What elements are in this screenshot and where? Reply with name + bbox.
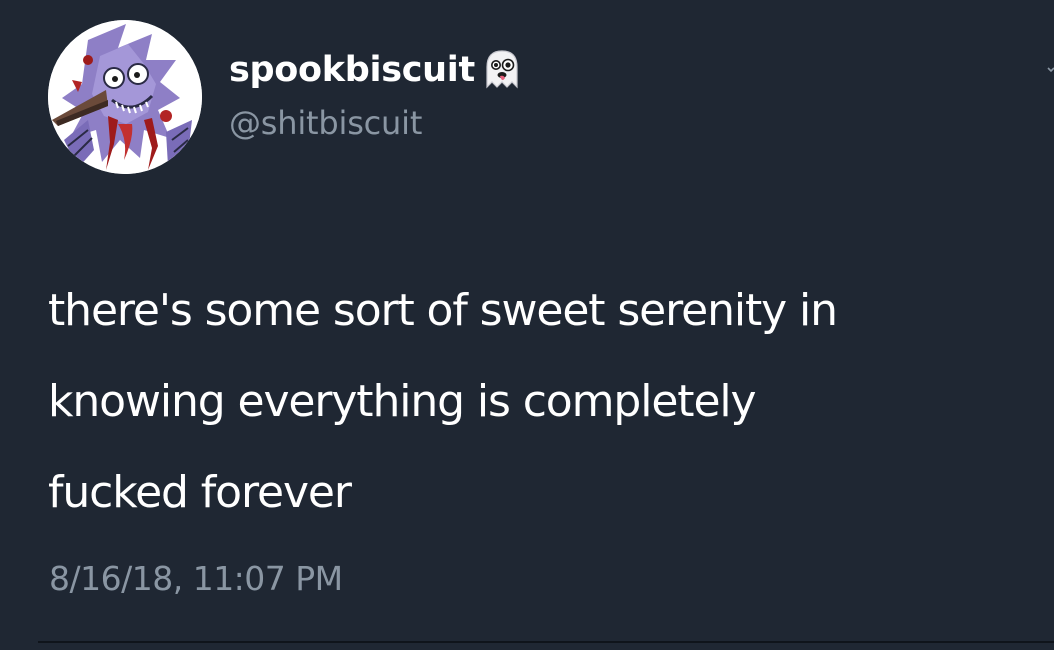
tweet-text-line: there's some sort of sweet serenity in — [48, 285, 838, 336]
tweet-text-line: fucked forever — [48, 467, 352, 518]
display-name[interactable]: spookbiscuit — [229, 46, 475, 94]
display-name-row[interactable]: spookbiscuit — [229, 46, 525, 94]
divider — [38, 641, 1054, 643]
chevron-down-icon[interactable] — [1038, 62, 1054, 78]
user-handle[interactable]: @shitbiscuit — [229, 101, 422, 145]
avatar-image — [48, 20, 202, 174]
avatar[interactable] — [48, 20, 202, 174]
tweet-text: there's some sort of sweet serenity in k… — [48, 265, 1048, 538]
tweet-text-line: knowing everything is completely — [48, 376, 757, 427]
ghost-icon — [479, 47, 525, 93]
tweet-timestamp[interactable]: 8/16/18, 11:07 PM — [49, 556, 343, 602]
tweet-card: spookbiscuit @shitbiscuit there's some s… — [0, 0, 1054, 650]
